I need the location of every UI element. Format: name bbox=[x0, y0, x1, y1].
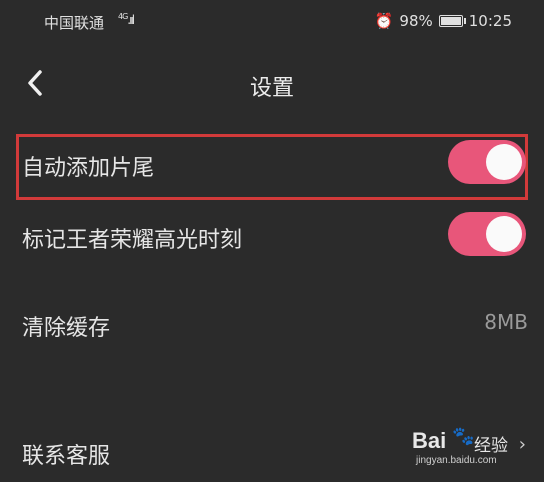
watermark-url: jingyan.baidu.com bbox=[416, 455, 497, 466]
page-title: 设置 bbox=[249, 76, 294, 101]
setting-label: 清除缓存 bbox=[22, 316, 111, 341]
toggle-knob bbox=[486, 144, 522, 180]
battery-fill bbox=[440, 17, 461, 25]
nav-bar: 设置 bbox=[0, 52, 544, 114]
watermark-brand: Bai bbox=[412, 428, 447, 453]
setting-label: 标记王者荣耀高光时刻 bbox=[22, 228, 243, 253]
setting-row-clear-cache[interactable]: 清除缓存 8MB bbox=[0, 290, 544, 354]
auto-outro-toggle[interactable] bbox=[448, 140, 526, 184]
signal-icon: 4G.ııl bbox=[118, 12, 135, 27]
clock: 10:25 bbox=[468, 12, 512, 30]
carrier-name: 中国联通 bbox=[44, 14, 105, 32]
watermark-brand-suffix: 经验 bbox=[474, 436, 508, 456]
status-bar: 中国联通 4G.ııl ⏰ 98% 10:25 bbox=[0, 0, 544, 44]
chevron-right-icon: › bbox=[518, 434, 526, 455]
setting-label: 自动添加片尾 bbox=[22, 156, 155, 181]
setting-row-auto-outro: 自动添加片尾 bbox=[0, 134, 544, 200]
battery-percent: 98% bbox=[399, 12, 433, 30]
cache-size-value: 8MB bbox=[484, 310, 528, 334]
network-type: 4G bbox=[118, 12, 128, 21]
alarm-icon: ⏰ bbox=[374, 12, 394, 30]
setting-row-highlight-mark: 标记王者荣耀高光时刻 bbox=[0, 200, 544, 270]
battery-icon bbox=[438, 15, 466, 27]
highlight-mark-toggle[interactable] bbox=[448, 212, 526, 256]
paw-icon: 🐾 bbox=[452, 426, 475, 447]
status-right: ⏰ 98% 10:25 bbox=[375, 12, 512, 30]
toggle-knob bbox=[486, 216, 522, 252]
baidu-jingyan-watermark: Bai 🐾 经验 jingyan.baidu.com › bbox=[412, 426, 526, 472]
setting-label: 联系客服 bbox=[22, 444, 111, 469]
